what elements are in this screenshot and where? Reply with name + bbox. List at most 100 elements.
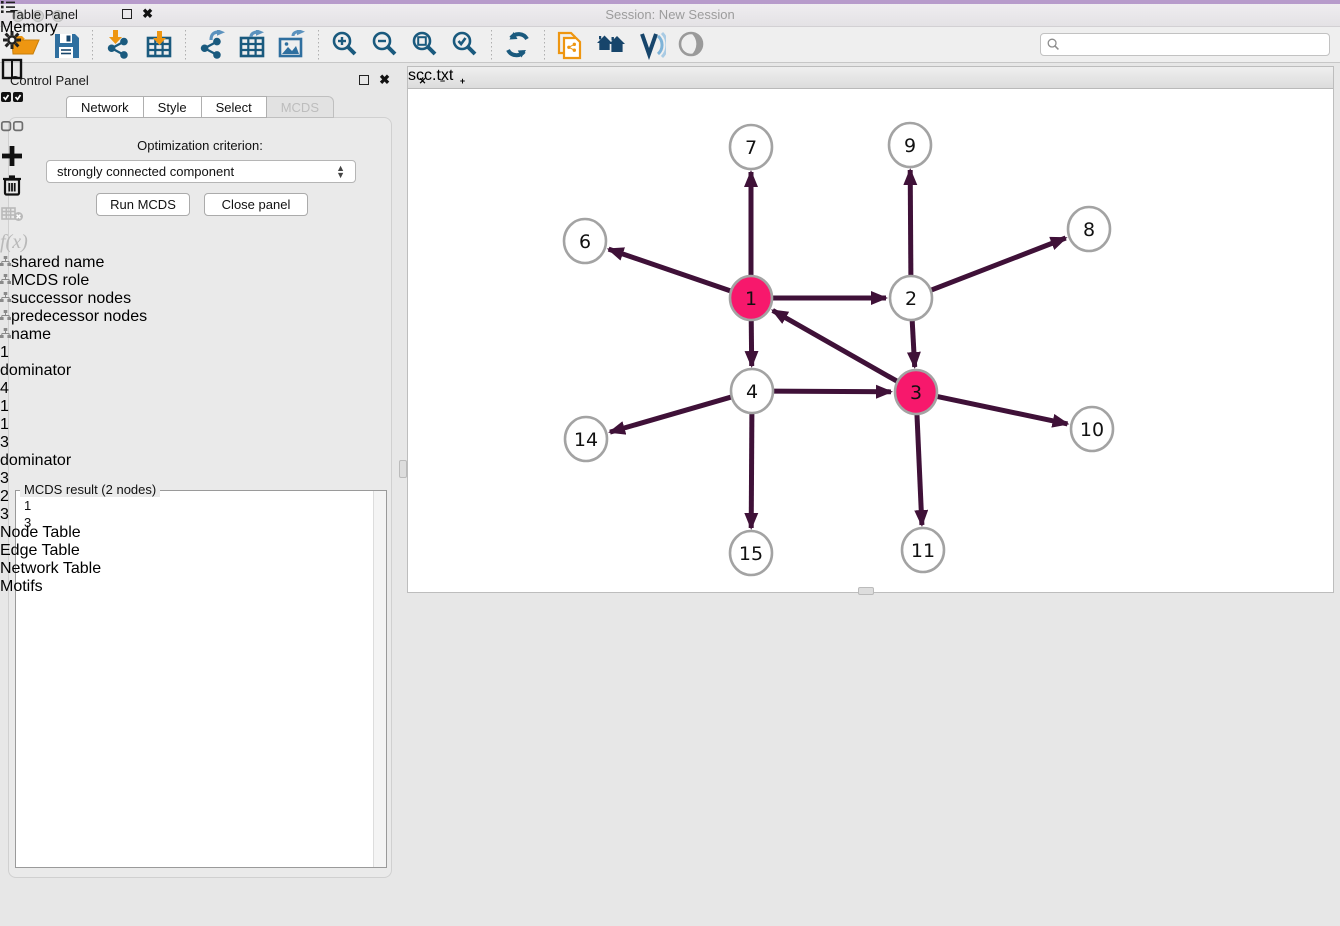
edge-3-1[interactable] [773,310,900,382]
edge-4-14[interactable] [610,396,734,432]
column-header-successor-nodes[interactable]: successor nodes [0,290,159,308]
function-builder-icon: f(x) [0,231,28,253]
table-header-row: shared nameMCDS rolesuccessor nodesprede… [0,254,163,344]
table-row[interactable]: 1dominator411 [0,344,163,434]
export-image-button[interactable] [272,29,312,61]
edge-4-15[interactable] [751,410,752,528]
table-cell[interactable]: 1 [0,398,163,416]
home-button[interactable] [591,29,631,61]
eye-button[interactable] [671,29,711,61]
edge-1-4[interactable] [751,317,752,366]
close-table-panel-icon[interactable]: ✖ [142,9,153,19]
column-type-icon [0,310,11,321]
tab-network-table[interactable]: Network Table [0,560,163,578]
node-10[interactable]: 10 [1071,407,1113,451]
tab-mcds[interactable]: MCDS [267,96,334,118]
zoom-fit-button[interactable] [405,29,445,61]
result-scrollbar[interactable] [373,491,386,867]
zoom-fit-icon [410,30,440,60]
add-row-button[interactable] [0,144,163,173]
edge-2-3[interactable] [912,317,915,367]
node-label: 9 [904,135,916,157]
zoom-in-button[interactable] [325,29,365,61]
export-table-button[interactable] [232,29,272,61]
table-cell[interactable]: 1 [0,344,142,362]
edge-3-10[interactable] [935,396,1068,424]
table-cell[interactable]: 3 [0,470,159,488]
column-header-shared-name[interactable]: shared name [0,254,142,272]
table-cell[interactable]: 4 [0,380,159,398]
table-cell[interactable]: 1 [0,416,84,434]
vizmapper-button[interactable] [631,29,671,61]
column-header-name[interactable]: name [0,326,84,344]
tab-motifs[interactable]: Motifs [0,578,163,596]
zoom-selected-button[interactable] [445,29,485,61]
node-6[interactable]: 6 [564,219,606,263]
task-history-button[interactable] [0,0,58,19]
memory-button[interactable]: Memory [0,19,58,37]
select-none-button[interactable] [0,115,163,144]
edge-4-3[interactable] [771,391,891,392]
maximize-view-button[interactable]: + [456,75,469,88]
node-15[interactable]: 15 [730,531,772,575]
node-3[interactable]: 3 [895,370,937,414]
search-box[interactable] [1040,33,1330,56]
table-cell[interactable]: 3 [0,434,142,452]
horizontal-split-handle[interactable] [858,587,874,595]
tab-node-table[interactable]: Node Table [0,524,163,542]
close-panel-button[interactable]: Close panel [204,193,308,216]
column-header-MCDS-role[interactable]: MCDS role [0,272,114,290]
split-columns-button[interactable] [0,57,163,86]
column-header-predecessor-nodes[interactable]: predecessor nodes [0,308,163,326]
vertical-split-handle[interactable] [399,460,407,478]
export-table-icon [237,30,267,60]
table-cell[interactable]: 3 [0,506,84,524]
node-11[interactable]: 11 [902,528,944,572]
tab-network[interactable]: Network [66,96,144,118]
node-2[interactable]: 2 [890,276,932,320]
node-label: 3 [910,382,922,404]
network-view-title: scc.txt [408,67,1333,85]
delete-row-button[interactable] [0,173,163,202]
network-graph: 7 9 6 8 1 2 4 3 14 10 15 11 [408,89,1333,592]
node-table[interactable]: shared nameMCDS rolesuccessor nodesprede… [0,254,163,524]
function-builder-button[interactable]: f(x) [0,231,163,254]
edge-3-11[interactable] [917,411,922,525]
refresh-icon [503,30,533,60]
delete-table-button[interactable] [0,202,163,231]
tab-edge-table[interactable]: Edge Table [0,542,163,560]
node-14[interactable]: 14 [565,417,607,461]
node-label: 2 [905,288,917,310]
vertical-split-divider[interactable] [400,66,407,890]
table-cell[interactable]: dominator [0,362,114,380]
node-1[interactable]: 1 [730,276,772,320]
table-cell[interactable]: dominator [0,452,114,470]
node-9[interactable]: 9 [889,123,931,167]
table-row[interactable]: 3dominator323 [0,434,163,524]
zoom-out-button[interactable] [365,29,405,61]
export-network-button[interactable] [192,29,232,61]
edge-1-6[interactable] [609,249,733,292]
node-8[interactable]: 8 [1068,207,1110,251]
table-toolbar: f(x) [0,28,163,254]
tab-select[interactable]: Select [202,96,267,118]
network-file-button[interactable] [551,29,591,61]
node-4[interactable]: 4 [731,369,773,413]
search-input[interactable] [1064,38,1323,52]
toolbar-group [192,29,312,61]
close-panel-icon[interactable]: ✖ [379,75,390,85]
close-view-button[interactable]: ✕ [416,75,429,88]
window-titlebar: Session: New Session [0,4,1340,27]
node-label: 6 [579,231,591,253]
minimize-view-button[interactable]: − [436,75,449,88]
float-panel-icon[interactable] [359,75,369,85]
network-canvas[interactable]: 7 9 6 8 1 2 4 3 14 10 15 11 [408,89,1333,597]
node-7[interactable]: 7 [730,125,772,169]
column-type-icon [0,292,11,303]
table-cell[interactable]: 2 [0,488,163,506]
tab-style[interactable]: Style [144,96,202,118]
edge-2-8[interactable] [929,238,1066,291]
edge-2-9[interactable] [910,170,911,279]
refresh-button[interactable] [498,29,538,61]
float-table-panel-icon[interactable] [122,9,132,19]
